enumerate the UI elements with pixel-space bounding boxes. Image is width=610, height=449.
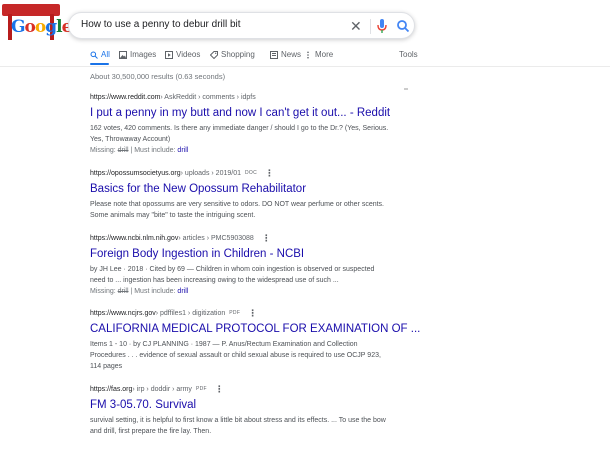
search-tabs: All Images Videos Shopping News More [90, 50, 420, 66]
tab-images[interactable]: Images [119, 50, 156, 59]
tab-news-label: News [281, 50, 302, 59]
doc-badge: DOC [244, 170, 257, 176]
result-url[interactable]: https://fas.org › irp › doddir › army PD… [90, 385, 410, 394]
result-snippet: by JH Lee · 2018 · Cited by 69 — Childre… [90, 266, 375, 284]
result-item: https://www.reddit.com › AskReddit › com… [90, 93, 410, 156]
result-item: https://www.ncbi.nlm.nih.gov › articles … [90, 234, 410, 297]
result-item: https://opossumsocietyus.org › uploads ›… [90, 169, 410, 221]
result-item: https://www.ncjrs.gov › pdffiles1 › digi… [90, 309, 420, 372]
must-include-link[interactable]: drill [177, 288, 188, 295]
tab-more[interactable]: More [304, 50, 333, 59]
search-icon[interactable] [396, 18, 410, 34]
result-snippet: Items 1 - 10 · by CJ PLANNING · 1987 — P… [90, 341, 381, 370]
more-vert-icon [307, 51, 309, 58]
tab-videos-label: Videos [176, 50, 201, 59]
search-input[interactable]: How to use a penny to debur drill bit [81, 19, 241, 30]
more-vert-icon[interactable]: ⋮ [262, 234, 271, 243]
tab-videos[interactable]: Videos [165, 50, 200, 59]
scroll-fragment [404, 88, 408, 90]
result-missing-terms: Missing: drill | Must include: drill [90, 147, 189, 154]
result-snippet: survival setting, it is helpful to first… [90, 417, 386, 435]
result-title-link[interactable]: CALIFORNIA MEDICAL PROTOCOL FOR EXAMINAT… [90, 322, 420, 337]
more-vert-icon[interactable]: ⋮ [248, 309, 257, 318]
must-include-link[interactable]: drill [177, 147, 188, 154]
tab-shopping[interactable]: Shopping [210, 50, 255, 59]
pdf-badge: PDF [195, 386, 207, 392]
result-title-link[interactable]: I put a penny in my butt and now I can't… [90, 106, 410, 121]
tab-all-label: All [101, 50, 110, 59]
result-snippet: 162 votes, 420 comments. Is there any im… [90, 125, 389, 143]
result-title-link[interactable]: Basics for the New Opossum Rehabilitator [90, 182, 410, 197]
google-doodle-logo[interactable]: Google [2, 4, 72, 44]
tab-more-label: More [315, 50, 334, 59]
header-divider [0, 66, 610, 67]
more-vert-icon[interactable]: ⋮ [265, 169, 274, 178]
tab-all[interactable]: All [90, 50, 110, 59]
result-url[interactable]: https://www.reddit.com › AskReddit › com… [90, 93, 410, 102]
result-item: https://fas.org › irp › doddir › army PD… [90, 385, 410, 437]
news-icon [270, 50, 278, 59]
result-stats: About 30,500,000 results (0.63 seconds) [90, 72, 226, 81]
tag-icon [210, 50, 218, 59]
mic-icon[interactable] [376, 18, 388, 34]
search-box[interactable]: How to use a penny to debur drill bit ✕ [68, 12, 415, 39]
active-tab-indicator [90, 63, 109, 65]
close-icon[interactable]: ✕ [350, 17, 362, 35]
result-url[interactable]: https://www.ncbi.nlm.nih.gov › articles … [90, 234, 410, 243]
tab-images-label: Images [130, 50, 157, 59]
result-title-link[interactable]: FM 3-05.70. Survival [90, 398, 410, 413]
result-title-link[interactable]: Foreign Body Ingestion in Children - NCB… [90, 247, 410, 262]
search-header: Google How to use a penny to debur drill… [0, 0, 610, 67]
search-icon [90, 51, 98, 59]
result-url[interactable]: https://www.ncjrs.gov › pdffiles1 › digi… [90, 309, 410, 318]
result-url[interactable]: https://opossumsocietyus.org › uploads ›… [90, 169, 410, 178]
result-missing-terms: Missing: drill | Must include: drill [90, 288, 189, 295]
tab-shopping-label: Shopping [221, 50, 255, 59]
image-icon [119, 50, 127, 59]
tab-news[interactable]: News [270, 50, 301, 59]
tools-button[interactable]: Tools [399, 50, 418, 59]
pdf-badge: PDF [229, 310, 241, 316]
result-snippet: Please note that opossums are very sensi… [90, 201, 385, 219]
video-icon [165, 50, 173, 59]
more-vert-icon[interactable]: ⋮ [215, 385, 224, 394]
search-box-divider [370, 19, 371, 34]
